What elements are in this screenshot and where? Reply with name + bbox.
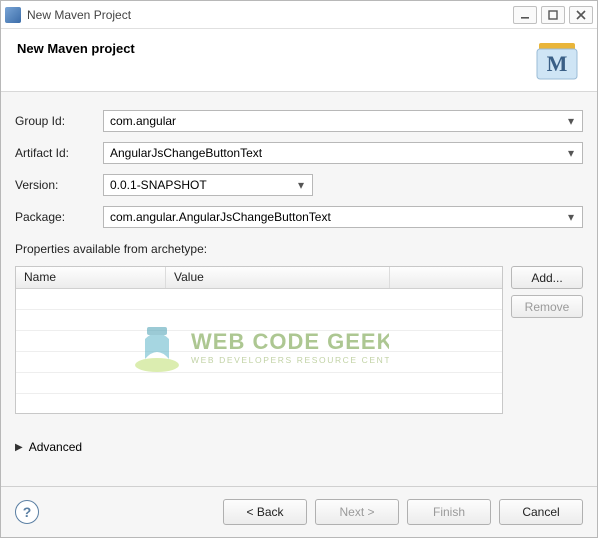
titlebar: New Maven Project (1, 1, 597, 29)
advanced-label: Advanced (29, 440, 82, 454)
advanced-toggle[interactable]: ▶ Advanced (15, 440, 583, 454)
cancel-button[interactable]: Cancel (499, 499, 583, 525)
package-field[interactable]: com.angular.AngularJsChangeButtonText ▾ (103, 206, 583, 228)
version-value: 0.0.1-SNAPSHOT (110, 178, 207, 192)
page-title: New Maven project (17, 41, 533, 56)
table-row (16, 331, 502, 352)
version-field[interactable]: 0.0.1-SNAPSHOT ▾ (103, 174, 313, 196)
wizard-header: New Maven project M (1, 29, 597, 92)
archetype-properties-table[interactable]: Name Value (15, 266, 503, 414)
artifact-id-field[interactable]: AngularJsChangeButtonText ▾ (103, 142, 583, 164)
chevron-down-icon: ▾ (564, 114, 578, 128)
artifact-id-value: AngularJsChangeButtonText (110, 146, 262, 160)
column-spacer (390, 267, 502, 288)
package-label: Package: (15, 210, 97, 224)
chevron-down-icon: ▾ (564, 146, 578, 160)
dialog-window: New Maven Project New Maven project M Gr… (0, 0, 598, 538)
close-button[interactable] (569, 6, 593, 24)
artifact-id-label: Artifact Id: (15, 146, 97, 160)
content-area: Group Id: com.angular ▾ Artifact Id: Ang… (1, 92, 597, 486)
column-name[interactable]: Name (16, 267, 166, 288)
column-value[interactable]: Value (166, 267, 390, 288)
wizard-footer: ? < Back Next > Finish Cancel (1, 486, 597, 537)
add-button[interactable]: Add... (511, 266, 583, 289)
table-row (16, 373, 502, 394)
table-row (16, 289, 502, 310)
package-value: com.angular.AngularJsChangeButtonText (110, 210, 331, 224)
minimize-button[interactable] (513, 6, 537, 24)
chevron-down-icon: ▾ (564, 210, 578, 224)
svg-text:M: M (547, 51, 568, 76)
maven-icon: M (533, 39, 581, 81)
window-title: New Maven Project (27, 8, 509, 22)
app-icon (5, 7, 21, 23)
help-icon[interactable]: ? (15, 500, 39, 524)
table-row (16, 352, 502, 373)
chevron-down-icon: ▾ (294, 178, 308, 192)
next-button[interactable]: Next > (315, 499, 399, 525)
table-row (16, 310, 502, 331)
group-id-value: com.angular (110, 114, 176, 128)
remove-button[interactable]: Remove (511, 295, 583, 318)
chevron-right-icon: ▶ (15, 442, 23, 453)
group-id-field[interactable]: com.angular ▾ (103, 110, 583, 132)
back-button[interactable]: < Back (223, 499, 307, 525)
table-header: Name Value (16, 267, 502, 289)
group-id-label: Group Id: (15, 114, 97, 128)
version-label: Version: (15, 178, 97, 192)
finish-button[interactable]: Finish (407, 499, 491, 525)
maximize-button[interactable] (541, 6, 565, 24)
properties-label: Properties available from archetype: (15, 242, 583, 256)
table-body: WEB CODE GEEKS WEB DEVELOPERS RESOURCE C… (16, 289, 502, 413)
